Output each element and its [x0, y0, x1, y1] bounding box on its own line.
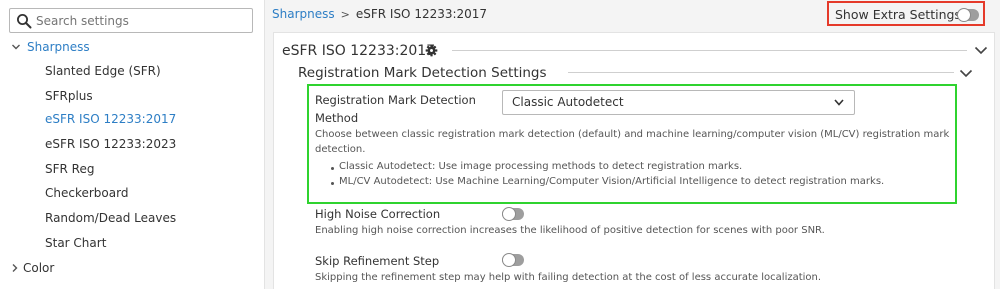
chevron-down-icon[interactable]: [974, 45, 988, 55]
registration-method-label-line1: Registration Mark Detection: [315, 93, 476, 107]
panel-title: eSFR ISO 12233:2017: [282, 43, 436, 59]
sidebar-item-esfr-2017[interactable]: eSFR ISO 12233:2017: [45, 112, 176, 126]
chevron-right-icon[interactable]: [10, 263, 20, 273]
registration-method-label-line2: Method: [315, 111, 359, 125]
breadcrumb-sharpness-link[interactable]: Sharpness: [272, 7, 335, 21]
skip-refinement-description: Skipping the refinement step may help wi…: [315, 272, 822, 283]
sidebar-item-checkerboard[interactable]: Checkerboard: [45, 186, 128, 200]
skip-refinement-label: Skip Refinement Step: [315, 254, 440, 268]
high-noise-toggle[interactable]: [502, 207, 524, 221]
panel-title-divider: [452, 50, 967, 51]
section-title: Registration Mark Detection Settings: [298, 65, 547, 81]
sidebar-item-sfr-reg[interactable]: SFR Reg: [45, 162, 94, 176]
sidebar-item-esfr-2023[interactable]: eSFR ISO 12233:2023: [45, 137, 176, 151]
extra-settings-highlight: Show Extra Settings: [827, 1, 985, 26]
sidebar-item-star-chart[interactable]: Star Chart: [45, 236, 106, 250]
extra-settings-label: Show Extra Settings: [835, 7, 961, 22]
toggle-knob: [957, 8, 971, 22]
registration-method-selected-value: Classic Autodetect: [512, 95, 624, 109]
registration-method-description-cont: detection.: [315, 144, 366, 155]
chevron-down-icon: [834, 99, 844, 106]
sidebar-item-slanted-edge[interactable]: Slanted Edge (SFR): [45, 64, 161, 78]
bullet-dot: [331, 167, 334, 170]
search-box[interactable]: [9, 8, 253, 33]
sidebar-item-random-dead-leaves[interactable]: Random/Dead Leaves: [45, 211, 176, 225]
registration-method-description: Choose between classic registration mark…: [315, 129, 950, 140]
breadcrumb-separator: >: [340, 8, 350, 21]
chevron-down-icon[interactable]: [959, 68, 973, 78]
high-noise-label: High Noise Correction: [315, 207, 441, 221]
skip-refinement-toggle[interactable]: [502, 253, 524, 267]
bullet-dot: [331, 182, 334, 185]
search-input[interactable]: [36, 10, 246, 31]
sidebar-item-sharpness[interactable]: Sharpness: [27, 40, 90, 54]
high-noise-description: Enabling high noise correction increases…: [315, 225, 825, 236]
registration-method-highlight: Registration Mark Detection Method Class…: [307, 84, 957, 204]
extra-settings-toggle[interactable]: [957, 8, 979, 22]
registration-method-select[interactable]: Classic Autodetect: [502, 90, 855, 115]
toggle-knob: [502, 207, 516, 221]
settings-sidebar: Sharpness Slanted Edge (SFR) SFRplus eSF…: [0, 0, 265, 289]
classic-autodetect-bullet: Classic Autodetect: Use image processing…: [339, 161, 743, 172]
breadcrumb: Sharpness > eSFR ISO 12233:2017: [272, 7, 487, 21]
toggle-knob: [502, 253, 516, 267]
sidebar-item-color[interactable]: Color: [23, 261, 54, 275]
sidebar-item-sfrplus[interactable]: SFRplus: [45, 89, 93, 103]
search-icon: [17, 14, 32, 29]
breadcrumb-current: eSFR ISO 12233:2017: [355, 7, 488, 21]
settings-panel: eSFR ISO 12233:2017 Registration Mark De…: [273, 32, 995, 289]
gear-icon[interactable]: [425, 44, 438, 57]
main-content: Sharpness > eSFR ISO 12233:2017 Show Extra…: [265, 0, 1000, 289]
section-title-divider: [568, 72, 954, 73]
mlcv-autodetect-bullet: ML/CV Autodetect: Use Machine Learning/C…: [339, 176, 885, 187]
chevron-down-icon[interactable]: [11, 42, 21, 52]
